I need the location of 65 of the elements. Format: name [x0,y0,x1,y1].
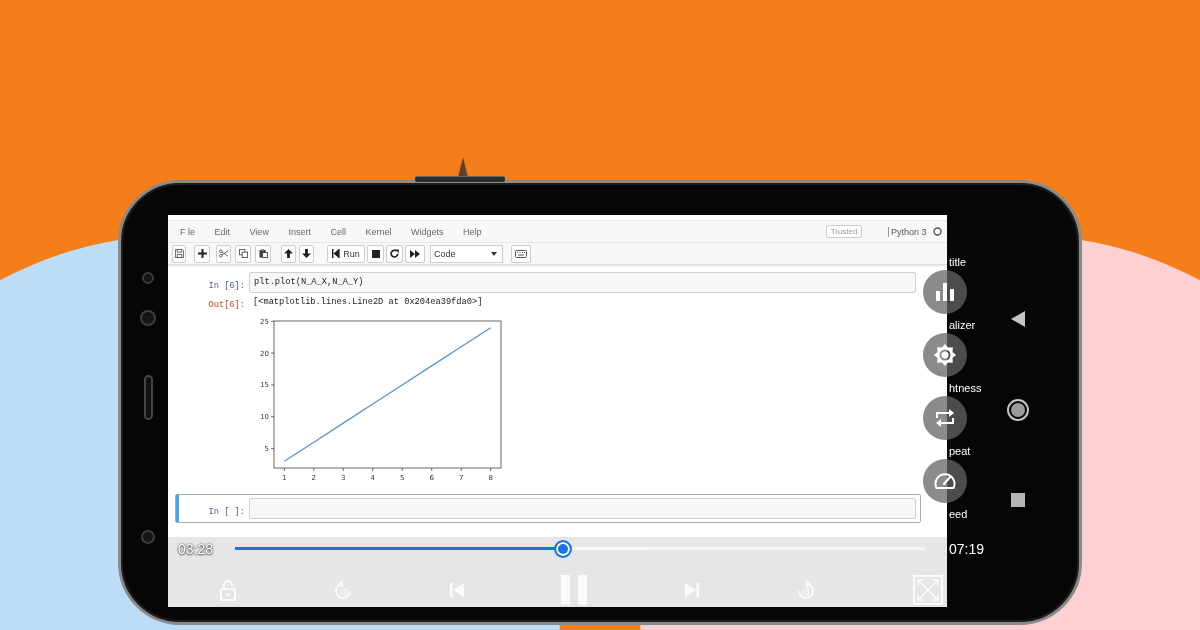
run-button[interactable]: Run [327,244,365,263]
trusted-badge: Trusted [825,225,863,238]
menu-item[interactable]: Help [462,226,482,237]
speed-button[interactable] [923,459,967,503]
scissors-icon [219,249,228,258]
circular-arrow-icon [390,249,399,258]
copy-button[interactable] [235,244,251,263]
paste-button[interactable] [255,244,271,263]
restart-button[interactable] [386,244,403,263]
menu-item[interactable]: Insert [288,226,311,237]
equalizer-button[interactable] [923,270,967,314]
caret-icon [491,251,497,256]
repeat-icon [935,408,955,428]
menu-item[interactable]: Edit [214,226,231,237]
save-button[interactable] [172,244,186,263]
triangle-icon [458,157,468,177]
down-arrow-icon [302,249,311,258]
cell-type-dropdown[interactable]: Code [430,244,503,263]
code-input[interactable]: plt.plot(N_A_X,N_A_Y) [249,272,916,293]
copy-icon [238,249,248,258]
input-prompt: In [ ]: [208,506,245,517]
speaker-slot [143,375,153,420]
clipboard-icon [258,249,268,258]
code-input[interactable] [249,498,916,519]
move-up-button[interactable] [281,244,296,263]
menu-item[interactable]: Cell [330,226,346,237]
menu-item[interactable]: Widgets [410,226,444,237]
option-label: peat [949,444,971,458]
elapsed-time: 03:28 [178,541,214,557]
plus-icon [197,249,207,258]
brightness-button[interactable] [923,333,967,377]
step-icon [332,249,341,258]
input-prompt: In [6]: [208,280,245,291]
run-all-button[interactable] [405,244,425,263]
move-down-button[interactable] [299,244,314,263]
sun-icon [934,344,956,366]
sensor-icon [141,530,155,544]
option-label: htness [949,381,982,395]
cut-button[interactable] [216,244,231,263]
menu-item[interactable]: Kernel [365,226,392,237]
bar-chart-icon [936,283,954,301]
progress-thumb[interactable] [553,540,572,558]
camera-icon [140,310,156,326]
keyboard-button[interactable] [511,244,531,263]
add-cell-button[interactable] [194,244,210,263]
ring-icon[interactable] [1007,399,1029,421]
save-icon [174,249,184,258]
option-label: eed [949,507,968,521]
triangle-icon[interactable] [1011,311,1025,327]
keyboard-icon [515,249,527,258]
code-cell[interactable]: In [ ]: [175,494,921,523]
gauge-icon [934,472,956,490]
up-arrow-icon [284,249,293,258]
camera-icon [142,272,154,284]
stop-icon [371,249,380,258]
option-label: alizer [949,318,976,332]
total-time: 07:19 [949,541,985,557]
fast-forward-icon [410,249,420,258]
kernel-name: Python 3 [887,226,927,237]
output-text: [<matplotlib.lines.Line2D at 0x204ea39fda0>] [253,297,483,307]
output-prompt: Out[6]: [208,300,245,310]
menu-item[interactable]: View [249,226,269,237]
stop-button[interactable] [367,244,384,263]
option-label: title [949,255,967,269]
menu-item[interactable]: F le [180,226,195,237]
